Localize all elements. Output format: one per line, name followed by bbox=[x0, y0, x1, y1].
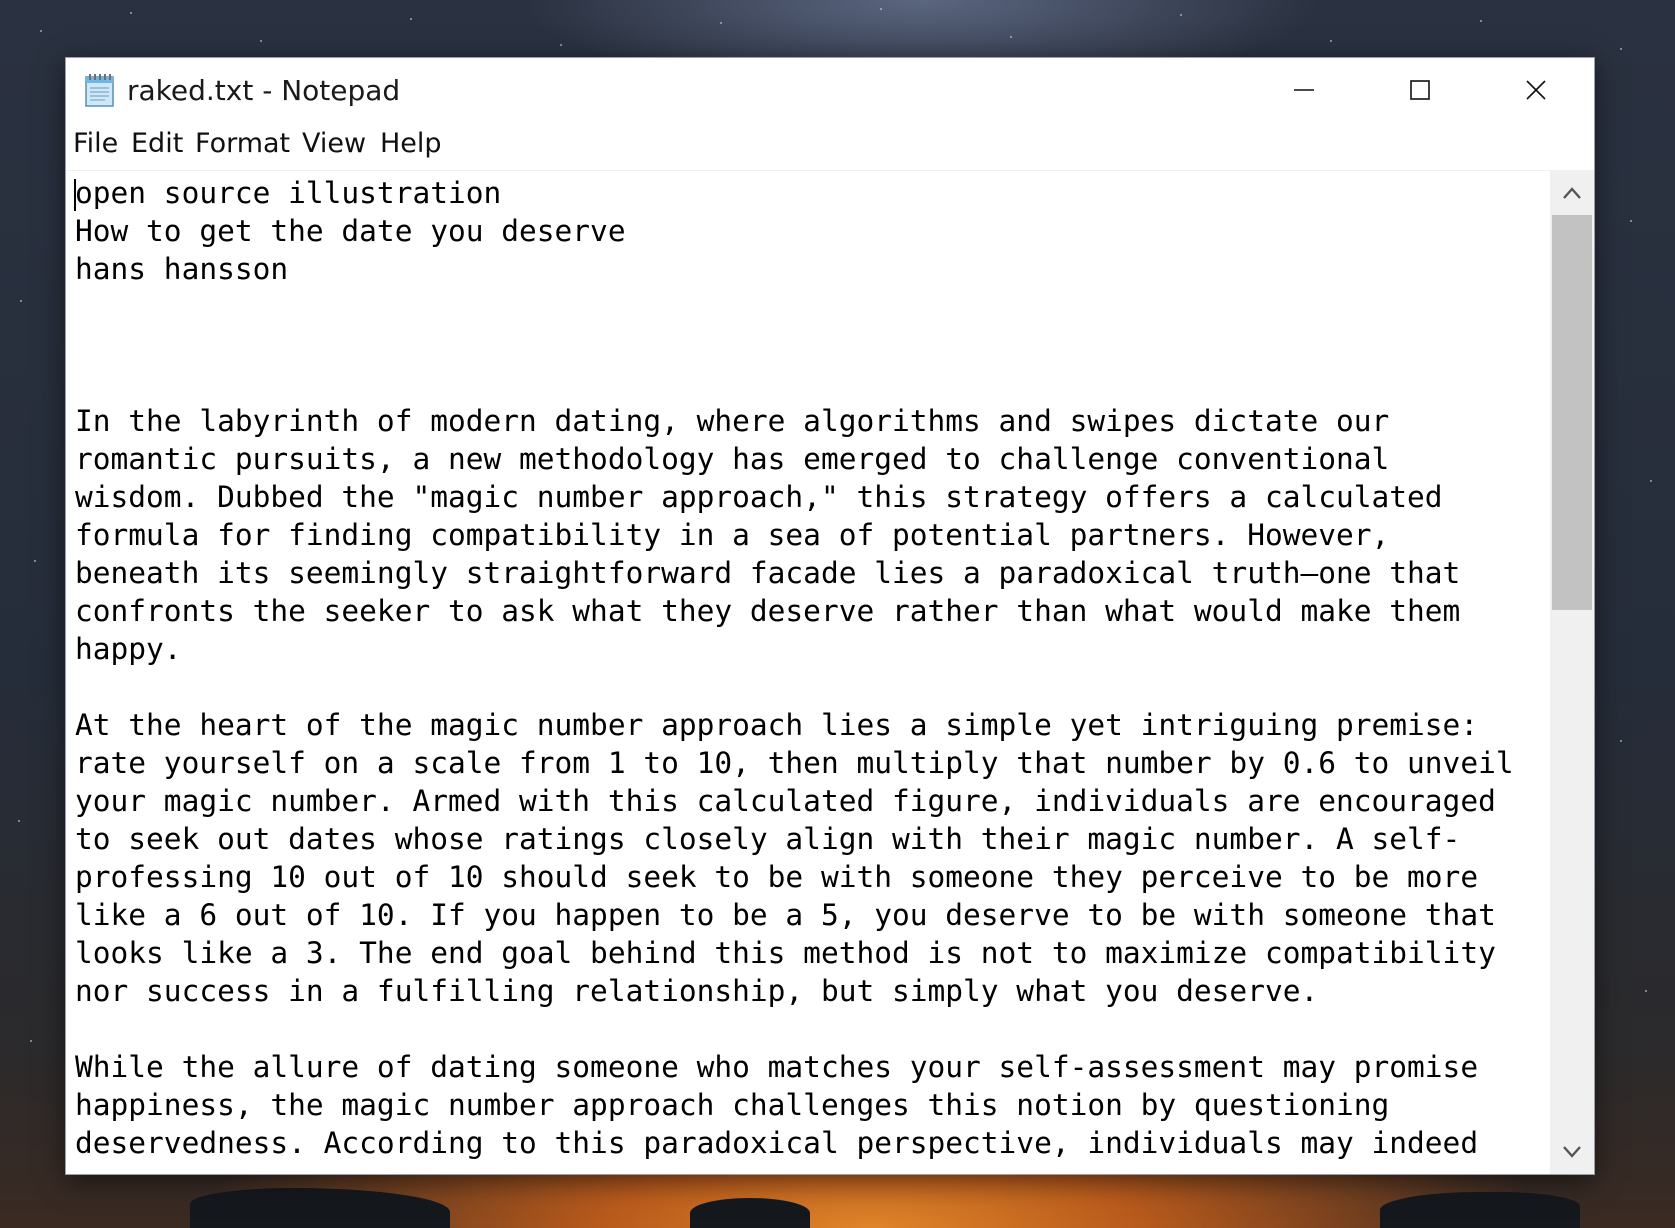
text-line: nor success in a fulfilling relationship… bbox=[75, 974, 1319, 1008]
text-line: to seek out dates whose ratings closely … bbox=[75, 822, 1461, 856]
text-line: like a 6 out of 10. If you happen to be … bbox=[75, 898, 1496, 932]
chevron-down-icon bbox=[1563, 1146, 1581, 1158]
scroll-up-button[interactable] bbox=[1550, 171, 1594, 215]
text-line: beneath its seemingly straightforward fa… bbox=[75, 556, 1461, 590]
text-line: happiness, the magic number approach cha… bbox=[75, 1088, 1390, 1122]
scroll-thumb[interactable] bbox=[1552, 215, 1592, 610]
text-line: looks like a 3. The end goal behind this… bbox=[75, 936, 1496, 970]
text-line: open source illustration bbox=[75, 176, 502, 210]
menu-format[interactable]: Format bbox=[195, 128, 290, 159]
document-text[interactable]: open source illustration How to get the … bbox=[75, 174, 1514, 1162]
menu-file[interactable]: File bbox=[73, 128, 118, 159]
vertical-scrollbar[interactable] bbox=[1550, 171, 1594, 1174]
notepad-window: raked.txt - Notepad File Edit Format Vie… bbox=[66, 58, 1594, 1174]
text-line: In the labyrinth of modern dating, where… bbox=[75, 404, 1390, 438]
text-line: While the allure of dating someone who m… bbox=[75, 1050, 1479, 1084]
text-line: professing 10 out of 10 should seek to b… bbox=[75, 860, 1479, 894]
minimize-icon bbox=[1294, 89, 1314, 91]
chevron-up-icon bbox=[1563, 187, 1581, 199]
text-line: How to get the date you deserve bbox=[75, 214, 626, 248]
maximize-icon bbox=[1410, 80, 1430, 100]
text-editor[interactable]: open source illustration How to get the … bbox=[66, 171, 1550, 1174]
menu-help[interactable]: Help bbox=[380, 128, 442, 159]
text-line: confronts the seeker to ask what they de… bbox=[75, 594, 1461, 628]
tree-silhouette bbox=[690, 1198, 810, 1228]
window-title: raked.txt - Notepad bbox=[127, 74, 401, 107]
text-line: rate yourself on a scale from 1 to 10, t… bbox=[75, 746, 1514, 780]
tree-silhouette bbox=[190, 1188, 450, 1228]
text-caret bbox=[74, 179, 76, 211]
text-line: formula for finding compatibility in a s… bbox=[75, 518, 1390, 552]
tree-silhouette bbox=[1380, 1192, 1580, 1228]
text-line: deservedness. According to this paradoxi… bbox=[75, 1126, 1479, 1160]
menu-edit[interactable]: Edit bbox=[131, 128, 183, 159]
scroll-down-button[interactable] bbox=[1550, 1130, 1594, 1174]
text-line: happy. bbox=[75, 632, 182, 666]
title-bar[interactable]: raked.txt - Notepad bbox=[66, 58, 1594, 122]
text-line: wisdom. Dubbed the "magic number approac… bbox=[75, 480, 1443, 514]
text-line: your magic number. Armed with this calcu… bbox=[75, 784, 1496, 818]
close-button[interactable] bbox=[1478, 58, 1594, 122]
notepad-icon[interactable] bbox=[83, 72, 117, 108]
text-line: hans hansson bbox=[75, 252, 289, 286]
close-icon bbox=[1526, 80, 1546, 100]
text-line: At the heart of the magic number approac… bbox=[75, 708, 1479, 742]
minimize-button[interactable] bbox=[1246, 58, 1362, 122]
maximize-button[interactable] bbox=[1362, 58, 1478, 122]
menu-bar bbox=[66, 122, 1594, 171]
text-line: romantic pursuits, a new methodology has… bbox=[75, 442, 1390, 476]
menu-view[interactable]: View bbox=[302, 128, 366, 159]
